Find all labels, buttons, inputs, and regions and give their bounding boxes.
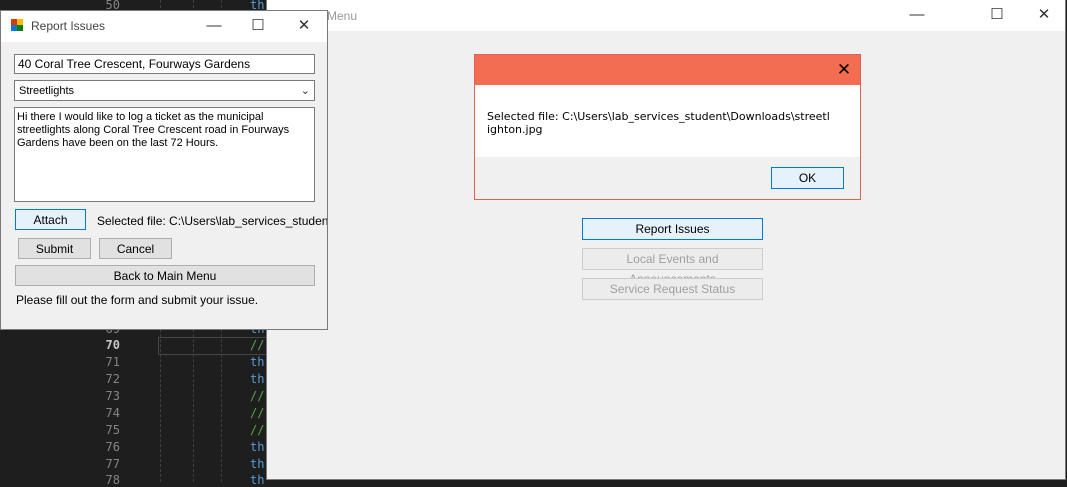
- selected-file-label: Selected file: C:\Users\lab_services_stu…: [97, 214, 328, 228]
- service-request-status-button[interactable]: Service Request Status: [582, 278, 763, 300]
- code-line: th: [250, 372, 265, 386]
- line-number: 78: [105, 473, 120, 487]
- code-line: //: [250, 389, 265, 403]
- attach-button[interactable]: Attach: [15, 209, 86, 230]
- status-message: Please fill out the form and submit your…: [16, 293, 259, 307]
- app-icon: [11, 19, 23, 31]
- minimize-icon[interactable]: —: [894, 4, 940, 26]
- report-issues-button[interactable]: Report Issues: [582, 218, 763, 240]
- code-line: //: [250, 338, 265, 352]
- maximize-icon[interactable]: ☐: [235, 15, 281, 37]
- maximize-icon[interactable]: ☐: [974, 4, 1020, 26]
- line-number: 77: [105, 457, 120, 471]
- line-number: 72: [105, 372, 120, 386]
- cancel-button[interactable]: Cancel: [99, 238, 172, 259]
- code-line: th: [250, 440, 265, 454]
- message-box-header: ✕: [475, 55, 860, 85]
- code-line: th: [250, 473, 265, 487]
- category-selected-value: Streetlights: [19, 85, 75, 97]
- line-number: 73: [105, 389, 120, 403]
- code-line: //: [250, 406, 265, 420]
- minimize-icon[interactable]: —: [191, 15, 237, 37]
- chevron-down-icon: ⌄: [300, 85, 310, 97]
- submit-button[interactable]: Submit: [18, 238, 91, 259]
- message-text: Selected file: C:\Users\lab_services_stu…: [487, 110, 830, 136]
- message-box-body: Selected file: C:\Users\lab_services_stu…: [475, 85, 860, 157]
- description-textarea[interactable]: Hi there I would like to log a ticket as…: [14, 107, 315, 202]
- back-to-main-menu-button[interactable]: Back to Main Menu: [15, 265, 315, 286]
- close-icon[interactable]: ✕: [832, 58, 856, 82]
- line-number: 75: [105, 423, 120, 437]
- line-number: 71: [105, 355, 120, 369]
- code-line: th: [250, 457, 265, 471]
- close-icon[interactable]: ✕: [1021, 4, 1067, 26]
- report-window-titlebar: Report Issues — ☐ ✕: [1, 11, 327, 42]
- ok-button[interactable]: OK: [771, 167, 844, 189]
- main-window-titlebar: Menu — ☐ ✕: [267, 0, 1065, 31]
- main-window-title: Menu: [327, 9, 358, 23]
- code-line: //: [250, 423, 265, 437]
- line-number: 74: [105, 406, 120, 420]
- close-icon[interactable]: ✕: [281, 15, 327, 37]
- report-issues-window: Report Issues — ☐ ✕ 40 Coral Tree Cresce…: [0, 10, 328, 330]
- report-window-title: Report Issues: [31, 19, 106, 33]
- line-number: 76: [105, 440, 120, 454]
- message-box-dialog: ✕ Selected file: C:\Users\lab_services_s…: [474, 54, 861, 200]
- location-input[interactable]: 40 Coral Tree Crescent, Fourways Gardens: [14, 54, 315, 74]
- code-line: th: [250, 355, 265, 369]
- local-events-button[interactable]: Local Events and Announcements: [582, 248, 763, 286]
- line-number: 70: [105, 338, 120, 352]
- category-select[interactable]: Streetlights ⌄: [14, 80, 315, 101]
